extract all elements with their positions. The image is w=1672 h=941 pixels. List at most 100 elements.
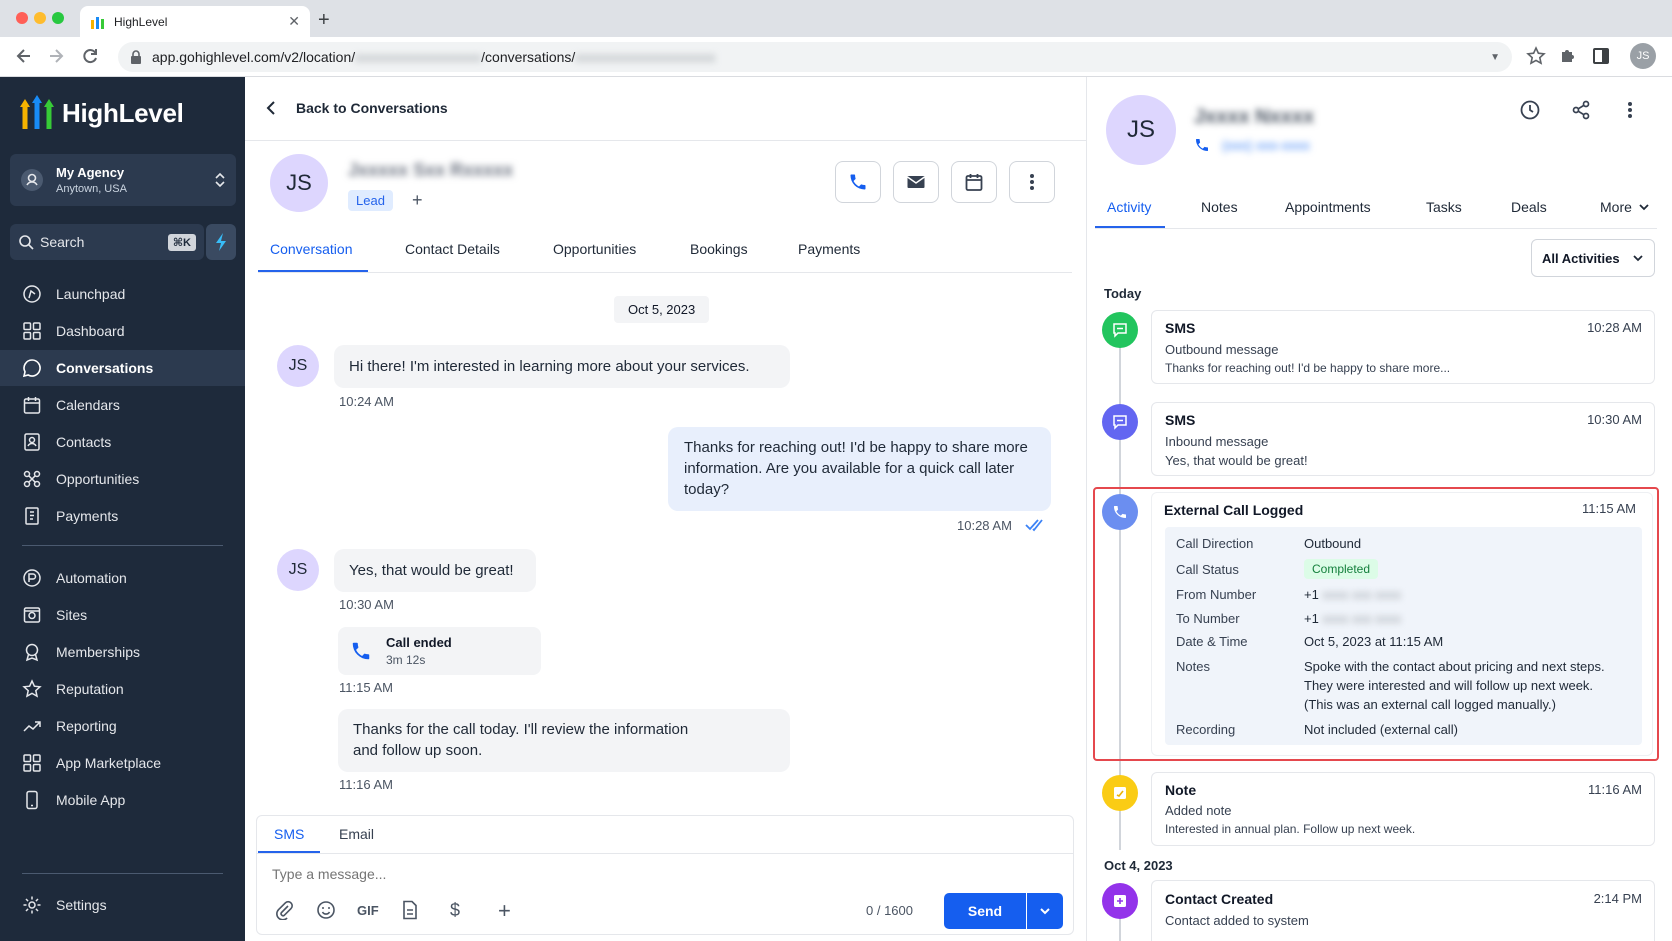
sidebar-item-conversations[interactable]: Conversations bbox=[0, 350, 245, 386]
url-hidden-location: xxxxxxxxxxxxxxxxxx bbox=[355, 49, 482, 65]
composer-tab-email[interactable]: Email bbox=[339, 826, 374, 842]
add-plus-icon[interactable]: + bbox=[498, 898, 511, 924]
extensions-puzzle-icon[interactable] bbox=[1558, 46, 1578, 66]
outbound-message: Thanks for reaching out! I'd be happy to… bbox=[668, 427, 1051, 511]
agency-switcher[interactable]: My Agency Anytown, USA bbox=[10, 154, 236, 206]
add-tag-button[interactable]: + bbox=[412, 190, 423, 210]
sidebar-item-label: Opportunities bbox=[56, 471, 140, 487]
sidebar-item-memberships[interactable]: Memberships bbox=[0, 634, 245, 670]
lead-tag[interactable]: Lead bbox=[348, 190, 393, 211]
call-duration: 3m 12s bbox=[386, 653, 426, 667]
sidepanel-icon[interactable] bbox=[1592, 47, 1610, 65]
sidebar-item-launchpad[interactable]: Launchpad bbox=[0, 276, 245, 312]
vertical-dots-icon[interactable] bbox=[1627, 100, 1633, 120]
highlevel-logo[interactable]: HighLevel bbox=[18, 95, 184, 131]
sidebar-item-opportunities[interactable]: Opportunities bbox=[0, 461, 245, 497]
tab-bookings[interactable]: Bookings bbox=[690, 241, 748, 257]
attach-paperclip-icon[interactable] bbox=[274, 900, 294, 920]
sidebar-item-dashboard[interactable]: Dashboard bbox=[0, 313, 245, 349]
sidebar-item-label: Payments bbox=[56, 508, 119, 524]
activity-description: Thanks for reaching out! I'd be happy to… bbox=[1165, 361, 1451, 375]
new-tab-button[interactable]: + bbox=[318, 8, 330, 32]
envelope-icon bbox=[907, 176, 925, 188]
activity-description: Interested in annual plan. Follow up nex… bbox=[1165, 822, 1416, 836]
sidebar-item-reporting[interactable]: Reporting bbox=[0, 708, 245, 744]
tab-deals[interactable]: Deals bbox=[1511, 199, 1547, 215]
call-ended-card[interactable]: Call ended 3m 12s bbox=[338, 627, 541, 675]
gear-icon bbox=[23, 896, 41, 914]
address-bar[interactable]: app.gohighlevel.com/v2/location/ xxxxxxx… bbox=[118, 42, 1512, 72]
from-number-label: From Number bbox=[1176, 587, 1257, 602]
sidebar-item-mobile-app[interactable]: Mobile App bbox=[0, 782, 245, 818]
sidebar-item-app-marketplace[interactable]: App Marketplace bbox=[0, 745, 245, 781]
call-status-badge: Completed bbox=[1304, 559, 1379, 579]
sidebar-item-settings[interactable]: Settings bbox=[0, 887, 245, 923]
sidebar-item-reputation[interactable]: Reputation bbox=[0, 671, 245, 707]
more-options-button[interactable] bbox=[1009, 161, 1055, 203]
activity-item-note[interactable]: Note Added note Interested in annual pla… bbox=[1151, 772, 1655, 846]
recording-label: Recording bbox=[1176, 722, 1236, 737]
group-heading-today: Today bbox=[1104, 286, 1142, 301]
message-time: 10:28 AM bbox=[957, 518, 1012, 533]
quick-actions-button[interactable] bbox=[206, 224, 236, 260]
browser-tab[interactable]: HighLevel ✕ bbox=[80, 6, 310, 37]
bookmark-star-icon[interactable] bbox=[1526, 46, 1546, 66]
agency-location: Anytown, USA bbox=[56, 183, 127, 195]
tab-activity[interactable]: Activity bbox=[1107, 199, 1151, 215]
send-button[interactable]: Send bbox=[944, 893, 1026, 929]
close-tab-icon[interactable]: ✕ bbox=[288, 13, 300, 30]
tab-payments[interactable]: Payments bbox=[798, 241, 860, 257]
close-window-button[interactable] bbox=[16, 12, 28, 24]
highlevel-favicon-icon bbox=[90, 14, 106, 30]
activity-filter-dropdown[interactable]: All Activities bbox=[1531, 239, 1655, 277]
activity-item-sms-outbound[interactable]: SMS Outbound message Thanks for reaching… bbox=[1151, 310, 1655, 384]
back-arrow-icon[interactable] bbox=[14, 46, 34, 66]
tab-appointments[interactable]: Appointments bbox=[1285, 199, 1371, 215]
back-to-conversations-link[interactable]: Back to Conversations bbox=[262, 98, 448, 118]
activity-item-contact-created[interactable]: Contact Created Contact added to system … bbox=[1151, 880, 1655, 941]
share-icon[interactable] bbox=[1570, 99, 1592, 121]
emoji-smiley-icon[interactable] bbox=[316, 900, 336, 920]
browser-profile-avatar[interactable]: JS bbox=[1630, 43, 1656, 69]
sidebar-item-sites[interactable]: Sites bbox=[0, 597, 245, 633]
tab-notes[interactable]: Notes bbox=[1201, 199, 1238, 215]
forward-arrow-icon[interactable] bbox=[46, 46, 66, 66]
tab-more[interactable]: More bbox=[1600, 199, 1650, 215]
sidebar-search[interactable]: Search ⌘K bbox=[10, 224, 204, 260]
composer-tab-sms[interactable]: SMS bbox=[274, 826, 304, 842]
activity-item-sms-inbound[interactable]: SMS Inbound message Yes, that would be g… bbox=[1151, 402, 1655, 476]
contact-phone[interactable]: (xxx) xxx-xxxx bbox=[1194, 137, 1310, 153]
tab-conversation[interactable]: Conversation bbox=[270, 241, 353, 257]
history-clock-icon[interactable] bbox=[1519, 99, 1541, 121]
dashboard-grid-icon bbox=[23, 322, 41, 340]
activity-time: 2:14 PM bbox=[1593, 891, 1642, 906]
tab-opportunities[interactable]: Opportunities bbox=[553, 241, 636, 257]
email-button[interactable] bbox=[893, 161, 939, 203]
reload-icon[interactable] bbox=[80, 46, 100, 66]
tab-contact-details[interactable]: Contact Details bbox=[405, 241, 500, 257]
outbound-message: Thanks for the call today. I'll review t… bbox=[338, 709, 790, 772]
sidebar-item-payments[interactable]: Payments bbox=[0, 498, 245, 534]
payment-dollar-icon[interactable]: $ bbox=[450, 900, 460, 921]
composer-tabs-divider bbox=[257, 853, 1073, 854]
send-options-button[interactable] bbox=[1027, 893, 1063, 929]
message-input[interactable] bbox=[272, 866, 872, 882]
tab-tasks[interactable]: Tasks bbox=[1426, 199, 1462, 215]
sidebar-item-contacts[interactable]: Contacts bbox=[0, 424, 245, 460]
maximize-window-button[interactable] bbox=[52, 12, 64, 24]
url-hidden-conversation: xxxxxxxxxxxxxxxxxxxx bbox=[575, 49, 716, 65]
sidebar-item-calendars[interactable]: Calendars bbox=[0, 387, 245, 423]
launchpad-icon bbox=[23, 285, 41, 303]
schedule-appointment-button[interactable] bbox=[951, 161, 997, 203]
sidebar-item-automation[interactable]: Automation bbox=[0, 560, 245, 596]
vertical-dots-icon bbox=[1030, 174, 1034, 190]
minimize-window-button[interactable] bbox=[34, 12, 46, 24]
dropdown-caret-icon[interactable]: ▼ bbox=[1490, 52, 1500, 63]
sidebar-divider bbox=[22, 873, 223, 874]
call-button[interactable] bbox=[835, 161, 881, 203]
gif-button[interactable]: GIF bbox=[357, 903, 379, 918]
activity-time: 11:15 AM bbox=[1582, 501, 1636, 516]
activity-time: 10:30 AM bbox=[1587, 412, 1642, 427]
agency-name: My Agency bbox=[56, 165, 125, 180]
template-document-icon[interactable] bbox=[401, 900, 419, 920]
